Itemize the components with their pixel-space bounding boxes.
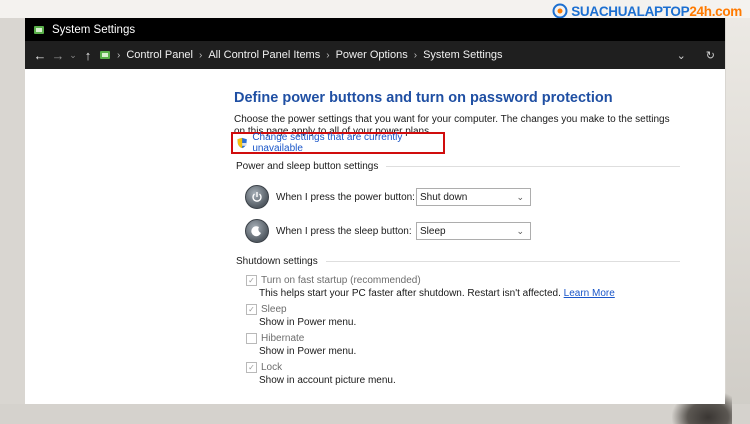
sleep-button-label: When I press the sleep button: <box>276 225 412 237</box>
refresh-icon[interactable]: ↻ <box>706 49 715 62</box>
sleep-button-value: Sleep <box>420 225 446 237</box>
background-bottom <box>0 404 750 424</box>
change-settings-link-highlight[interactable]: Change settings that are currently unava… <box>231 132 445 154</box>
sleep-button-icon <box>245 219 269 243</box>
page-heading: Define power buttons and turn on passwor… <box>234 90 613 106</box>
fast-startup-option: ✓ Turn on fast startup (recommended) Thi… <box>246 275 615 299</box>
learn-more-link[interactable]: Learn More <box>564 288 615 299</box>
system-settings-window: System Settings ← → ⌄ ↑ › Control Panel … <box>25 18 725 404</box>
power-section-title: Power and sleep button settings <box>236 161 379 172</box>
address-bar: ← → ⌄ ↑ › Control Panel › All Control Pa… <box>25 41 725 69</box>
window-title: System Settings <box>52 23 136 36</box>
shutdown-section-title: Shutdown settings <box>236 256 318 267</box>
background-right <box>726 18 750 424</box>
title-bar: System Settings <box>25 18 725 41</box>
lock-option-description: Show in account picture menu. <box>259 375 396 386</box>
sleep-button-select[interactable]: Sleep ⌄ <box>416 222 531 240</box>
fast-startup-description: This helps start your PC faster after sh… <box>259 288 561 299</box>
power-button-value: Shut down <box>420 191 468 203</box>
hibernate-option-description: Show in Power menu. <box>259 346 357 357</box>
back-arrow-icon[interactable]: ← <box>31 48 49 63</box>
power-button-icon <box>245 185 269 209</box>
recent-locations-chevron-icon[interactable]: ⌄ <box>67 50 79 61</box>
breadcrumb-power-options[interactable]: Power Options <box>336 49 408 61</box>
lock-option: ✓ Lock Show in account picture menu. <box>246 362 396 386</box>
change-settings-link[interactable]: Change settings that are currently unava… <box>252 132 443 154</box>
hibernate-option: Hibernate Show in Power menu. <box>246 333 356 357</box>
address-dropdown-chevron-icon[interactable]: ⌄ <box>677 49 686 62</box>
breadcrumb-separator: › <box>413 49 418 61</box>
sleep-option: ✓ Sleep Show in Power menu. <box>246 304 356 328</box>
hibernate-option-label: Hibernate <box>261 333 305 344</box>
chevron-down-icon: ⌄ <box>516 191 524 202</box>
fast-startup-label: Turn on fast startup (recommended) <box>261 275 421 286</box>
watermark-icon <box>552 3 568 19</box>
power-section-header: Power and sleep button settings <box>236 161 680 172</box>
breadcrumb-all-items[interactable]: All Control Panel Items <box>208 49 320 61</box>
address-bar-controls: ⌄ ↻ <box>677 41 715 69</box>
section-divider <box>325 261 680 262</box>
breadcrumb-system-settings[interactable]: System Settings <box>423 49 502 61</box>
location-icon <box>100 51 110 59</box>
sleep-checkbox[interactable]: ✓ <box>246 304 257 315</box>
watermark-text-suffix: 24h.com <box>689 3 742 19</box>
breadcrumb-control-panel[interactable]: Control Panel <box>126 49 193 61</box>
fast-startup-checkbox[interactable]: ✓ <box>246 275 257 286</box>
section-divider <box>386 166 680 167</box>
control-panel-icon <box>34 25 44 34</box>
breadcrumb-separator: › <box>199 49 203 61</box>
hibernate-checkbox[interactable] <box>246 333 257 344</box>
power-button-row: When I press the power button: Shut down… <box>245 185 531 209</box>
shutdown-section-header: Shutdown settings <box>236 256 680 267</box>
chevron-down-icon: ⌄ <box>516 225 524 236</box>
breadcrumb-separator: › <box>326 49 330 61</box>
sleep-option-label: Sleep <box>261 304 287 315</box>
power-button-label: When I press the power button: <box>276 191 415 203</box>
sleep-button-row: When I press the sleep button: Sleep ⌄ <box>245 219 531 243</box>
power-button-select[interactable]: Shut down ⌄ <box>416 188 531 206</box>
up-arrow-icon[interactable]: ↑ <box>79 48 97 63</box>
lock-checkbox[interactable]: ✓ <box>246 362 257 373</box>
breadcrumb-separator: › <box>117 49 121 61</box>
forward-arrow-icon[interactable]: → <box>49 48 67 63</box>
main-content: Define power buttons and turn on passwor… <box>231 90 694 386</box>
sleep-option-description: Show in Power menu. <box>259 317 357 328</box>
uac-shield-icon <box>237 137 247 149</box>
lock-option-label: Lock <box>261 362 283 373</box>
watermark-logo: SUACHUALAPTOP 24h.com <box>552 3 742 19</box>
watermark-text-prefix: SUACHUALAPTOP <box>571 3 690 19</box>
